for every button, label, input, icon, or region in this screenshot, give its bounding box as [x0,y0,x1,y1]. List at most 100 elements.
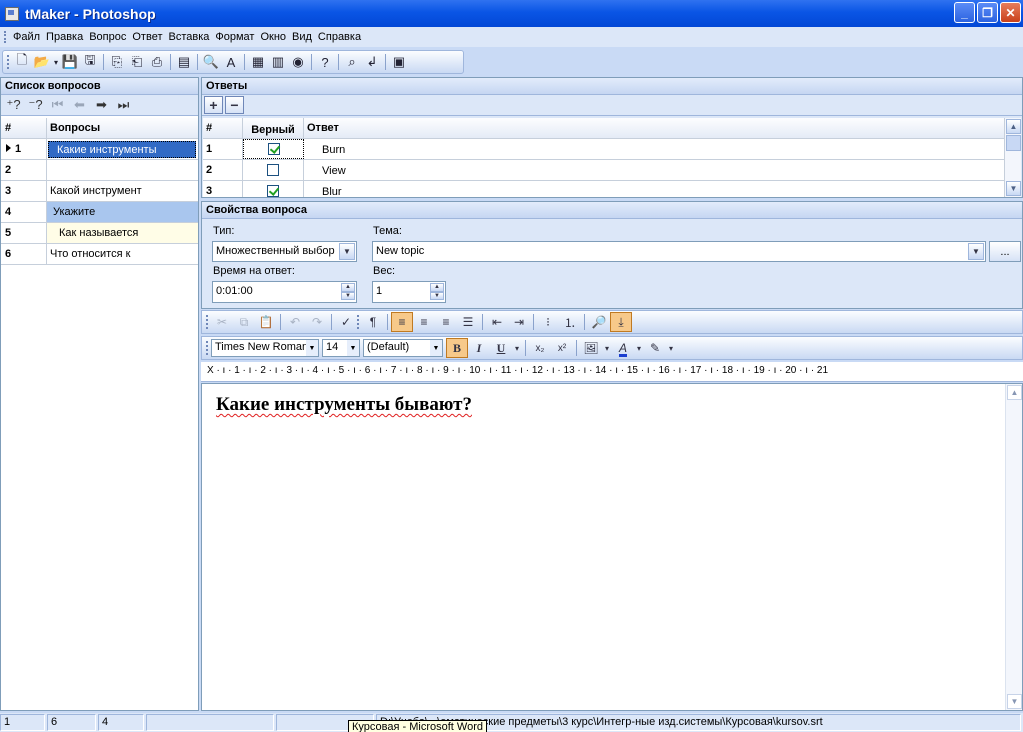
question-row[interactable]: 4 Укажите [1,202,198,223]
answer-text[interactable]: Blur [304,181,1004,197]
align-center-icon[interactable]: ≡ [413,312,435,332]
spin-up-icon[interactable]: ▲ [430,283,444,292]
first-question-icon[interactable]: ⏮ [48,97,67,114]
redo-icon[interactable]: ↷ [306,312,328,332]
editor-scrollbar[interactable]: ▲ ▼ [1005,384,1022,710]
font-select[interactable]: Times New Roman ▼ [211,339,319,357]
answer-text[interactable]: Burn [304,139,1004,159]
spin-down-icon[interactable]: ▼ [341,291,355,300]
correct-checkbox-cell[interactable] [243,160,304,180]
properties-icon[interactable]: ▤ [174,52,194,72]
export-icon[interactable]: ⎗ [127,52,147,72]
scroll-thumb[interactable] [1006,135,1021,151]
answer-row[interactable]: 1 Burn [203,139,1004,160]
topic-select[interactable]: New topic ▼ [372,241,986,262]
next-question-icon[interactable]: ➡ [92,97,111,114]
cut-icon[interactable]: ✂ [211,312,233,332]
column-header-correct[interactable]: Верный [243,118,304,138]
question-text[interactable]: Укажите [47,202,198,222]
superscript-icon[interactable]: x² [551,338,573,358]
column-header-num[interactable]: # [1,118,47,138]
insert-image-icon[interactable]: 🖼 [580,338,602,358]
topic-more-button[interactable]: ... [989,241,1021,262]
help-icon[interactable]: ? [315,52,335,72]
chevron-down-icon[interactable]: ▼ [430,340,442,356]
menu-view[interactable]: Вид [289,31,315,43]
answer-text[interactable]: View [304,160,1004,180]
print-icon[interactable]: ⎙ [147,52,167,72]
question-text-cell[interactable]: Какие инструменты [47,139,198,159]
highlight-dropdown-icon[interactable]: ▾ [666,338,676,358]
add-question-icon[interactable]: ⁺? [4,97,23,114]
find-replace-icon[interactable]: 🔎 [588,312,610,332]
paste-icon[interactable]: 📋 [255,312,277,332]
column-header-questions[interactable]: Вопросы [47,118,198,138]
bullet-list-icon[interactable]: ⁝ [537,312,559,332]
subscript-icon[interactable]: x₂ [529,338,551,358]
numbered-list-icon[interactable]: ⒈ [559,312,581,332]
correct-checkbox[interactable] [267,143,280,155]
correct-checkbox-cell[interactable] [243,181,304,197]
align-left-icon[interactable]: ≡ [391,312,413,332]
calculator-icon[interactable]: ▣ [389,52,409,72]
question-editor[interactable]: Какие инструменты бывают? ▲ ▼ [201,383,1023,711]
chevron-down-icon[interactable]: ▼ [306,340,318,356]
weight-spinner[interactable]: ▲ ▼ [430,283,444,300]
time-input[interactable]: 0:01:00 ▲ ▼ [212,281,357,303]
underline-dropdown-icon[interactable]: ▾ [512,338,522,358]
editor-content[interactable]: Какие инструменты бывают? [216,394,472,416]
new-file-icon[interactable]: 🗋 [12,52,32,72]
find-icon[interactable]: ⌕ [342,52,362,72]
question-row[interactable]: 6 Что относится к [1,244,198,265]
question-text[interactable]: Какой инструмент [47,181,198,201]
ruler[interactable]: X · ı · 1 · ı · 2 · ı · 3 · ı · 4 · ı · … [201,362,1023,382]
answer-row[interactable]: 2 View [203,160,1004,181]
scroll-up-icon[interactable]: ▲ [1007,385,1022,400]
undo-icon[interactable]: ↶ [284,312,306,332]
insert-object-icon[interactable]: ⤓ [610,312,632,332]
question-row[interactable]: 2 [1,160,198,181]
correct-checkbox-cell[interactable] [243,139,304,159]
time-spinner[interactable]: ▲ ▼ [341,283,355,300]
test-icon[interactable]: ▦ [248,52,268,72]
menu-answer[interactable]: Ответ [129,31,165,43]
column-header-num[interactable]: # [203,118,243,138]
style-select[interactable]: (Default) ▼ [363,339,443,357]
menu-file[interactable]: Файл [10,31,43,43]
column-header-answer[interactable]: Ответ [304,118,1004,138]
toolbar-grip[interactable] [206,341,208,355]
preview-icon[interactable]: 🔍 [201,52,221,72]
settings-icon[interactable]: ▥ [268,52,288,72]
play-icon[interactable]: ◉ [288,52,308,72]
question-text[interactable]: Как называется [47,223,198,243]
menu-insert[interactable]: Вставка [165,31,212,43]
scroll-down-icon[interactable]: ▼ [1007,694,1022,709]
menu-help[interactable]: Справка [315,31,364,43]
chevron-down-icon[interactable]: ▼ [968,243,984,260]
goto-icon[interactable]: ↲ [362,52,382,72]
answer-row[interactable]: 3 Blur [203,181,1004,197]
type-select[interactable]: Множественный выбор ▼ [212,241,357,262]
question-text[interactable]: Что относится к [47,244,198,264]
align-right-icon[interactable]: ≡ [435,312,457,332]
highlight-icon[interactable]: ✎ [644,338,666,358]
restore-button[interactable]: ❐ [977,2,998,23]
toolbar-grip[interactable] [206,315,208,329]
font-size-select[interactable]: 14 ▼ [322,339,360,357]
save-as-icon[interactable]: 🖫 [80,52,100,72]
question-row[interactable]: 3 Какой инструмент [1,181,198,202]
correct-checkbox[interactable] [267,185,279,197]
align-justify-icon[interactable]: ☰ [457,312,479,332]
app-icon[interactable] [5,6,19,21]
italic-button[interactable]: I [468,338,490,358]
minimize-button[interactable]: _ [954,2,975,23]
spin-up-icon[interactable]: ▲ [341,283,355,292]
toolbar-grip[interactable] [357,315,359,329]
increase-indent-icon[interactable]: ⇥ [508,312,530,332]
menu-window[interactable]: Окно [257,31,289,43]
import-icon[interactable]: ⎘ [107,52,127,72]
pilcrow-icon[interactable]: ¶ [362,312,384,332]
add-answer-button[interactable]: + [204,96,223,114]
question-row[interactable]: 5 Как называется [1,223,198,244]
dropdown-arrow-icon[interactable]: ▾ [52,52,60,72]
